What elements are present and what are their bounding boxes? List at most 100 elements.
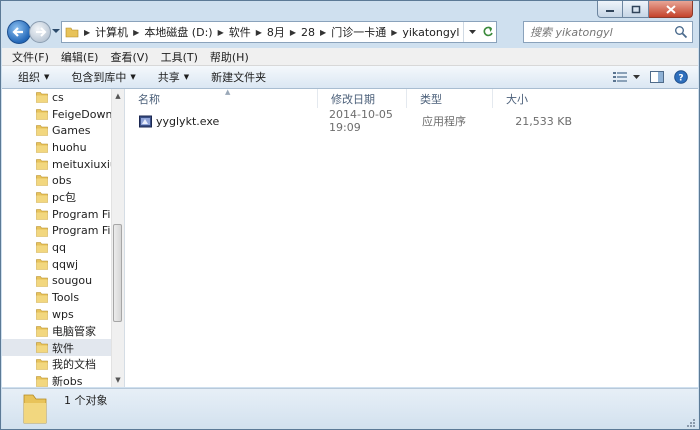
address-dropdown-button[interactable] xyxy=(464,22,480,42)
maximize-button[interactable] xyxy=(623,1,649,18)
menu-edit[interactable]: 编辑(E) xyxy=(61,49,99,65)
menu-help[interactable]: 帮助(H) xyxy=(210,49,249,65)
column-header-name[interactable]: ▲ 名称 xyxy=(125,88,318,108)
tree-item[interactable]: FeigeDownloa xyxy=(2,106,112,123)
menu-file[interactable]: 文件(F) xyxy=(12,49,49,65)
tree-item-label: obs xyxy=(52,174,72,188)
new-folder-button[interactable]: 新建文件夹 xyxy=(211,69,266,85)
breadcrumb-item[interactable]: 计算机 xyxy=(95,24,128,40)
folder-icon xyxy=(36,242,48,253)
folder-icon xyxy=(36,209,48,220)
tree-item-label: qqwj xyxy=(52,257,79,271)
column-name-label: 名称 xyxy=(138,92,160,106)
folder-icon xyxy=(65,27,79,38)
search-icon[interactable] xyxy=(674,25,688,39)
menu-tools[interactable]: 工具(T) xyxy=(161,49,198,65)
breadcrumb-separator[interactable]: ▶ xyxy=(251,28,267,37)
tree-item[interactable]: Program Files xyxy=(2,206,112,223)
tree-item-label: FeigeDownloa xyxy=(52,107,112,121)
tree-item[interactable]: 软件 xyxy=(2,339,112,356)
tree-item[interactable]: sougou xyxy=(2,273,112,290)
help-icon: ? xyxy=(674,70,688,84)
tree-item[interactable]: pc包 xyxy=(2,189,112,206)
share-button[interactable]: 共享 ▼ xyxy=(158,69,189,85)
scrollbar-thumb[interactable] xyxy=(113,224,122,322)
tree-item[interactable]: Tools xyxy=(2,289,112,306)
nav-scrollbar[interactable]: ▲ ▼ xyxy=(111,89,124,387)
column-header-size[interactable]: 大小 xyxy=(493,89,575,108)
breadcrumb-separator[interactable]: ▶ xyxy=(285,28,301,37)
tree-item-label: Tools xyxy=(52,291,80,305)
organize-button[interactable]: 组织 ▼ xyxy=(18,69,49,85)
search-box xyxy=(523,21,693,43)
file-list: ▲ 名称 修改日期 类型 大小 yyglykt.exe 2014-10-05 1… xyxy=(125,88,698,387)
close-icon xyxy=(665,4,676,14)
tree-item[interactable]: Program Files xyxy=(2,223,112,240)
tree-item-label: sougou xyxy=(52,274,93,288)
file-size: 21,533 KB xyxy=(515,114,572,128)
menu-bar: 文件(F) 编辑(E) 查看(V) 工具(T) 帮助(H) xyxy=(2,48,698,66)
folder-icon xyxy=(36,225,48,237)
refresh-button[interactable] xyxy=(480,22,496,42)
folder-icon xyxy=(36,275,48,287)
search-input[interactable] xyxy=(524,24,674,40)
breadcrumb-item[interactable]: yikatongyl xyxy=(402,26,459,39)
forward-button[interactable] xyxy=(29,21,51,43)
preview-pane-button[interactable] xyxy=(650,71,664,83)
file-type: 应用程序 xyxy=(422,115,466,128)
tree-item[interactable]: 电脑管家 xyxy=(2,323,112,340)
breadcrumb-item[interactable]: 28 xyxy=(301,26,315,39)
tree-item[interactable]: huohu xyxy=(2,139,112,156)
recent-pages-dropdown-icon[interactable] xyxy=(52,28,60,34)
tree-item[interactable]: 我的文档 xyxy=(2,356,112,373)
breadcrumb-separator[interactable]: ▶ xyxy=(386,28,402,37)
menu-view[interactable]: 查看(V) xyxy=(110,49,148,65)
arrow-left-icon xyxy=(12,27,23,37)
tree-item[interactable]: cs xyxy=(2,89,112,106)
tree-item[interactable]: meituxiuxiu xyxy=(2,156,112,173)
chevron-down-icon: ▼ xyxy=(183,73,190,81)
breadcrumb: ▶ 计算机 ▶ 本地磁盘 (D:) ▶ 软件 ▶ 8月 ▶ 28 ▶ 门诊一卡通… xyxy=(62,22,463,42)
address-bar[interactable]: ▶ 计算机 ▶ 本地磁盘 (D:) ▶ 软件 ▶ 8月 ▶ 28 ▶ 门诊一卡通… xyxy=(61,21,497,43)
folder-icon xyxy=(36,292,48,304)
breadcrumb-item[interactable]: 8月 xyxy=(267,24,285,40)
status-text: 1 个对象 xyxy=(64,394,108,407)
breadcrumb-item[interactable]: 门诊一卡通 xyxy=(331,24,386,40)
column-header-type[interactable]: 类型 xyxy=(407,89,493,108)
folder-icon xyxy=(36,108,48,120)
tree-item-label: huohu xyxy=(52,140,87,154)
resize-grip-icon[interactable] xyxy=(686,418,696,428)
navigation-pane: cs FeigeDownloa Games huohu meituxiuxiu obs pc… xyxy=(2,89,125,387)
scroll-up-arrow-icon[interactable]: ▲ xyxy=(112,90,124,102)
back-button[interactable] xyxy=(7,20,31,44)
tree-item[interactable]: 新obs xyxy=(2,373,112,387)
refresh-icon xyxy=(483,26,493,37)
breadcrumb-item[interactable]: 软件 xyxy=(229,24,251,40)
table-row[interactable]: yyglykt.exe 2014-10-05 19:09 应用程序 21,533… xyxy=(127,108,696,134)
breadcrumb-separator[interactable]: ▶ xyxy=(315,28,331,37)
breadcrumb-separator[interactable]: ▶ xyxy=(128,28,144,37)
chevron-down-icon: ▼ xyxy=(44,73,50,81)
include-in-library-label: 包含到库中 xyxy=(71,71,127,84)
minimize-button[interactable] xyxy=(597,1,623,18)
include-in-library-button[interactable]: 包含到库中 ▼ xyxy=(71,69,135,85)
breadcrumb-separator[interactable]: ▶ xyxy=(213,28,229,37)
chevron-down-icon xyxy=(468,29,476,34)
column-type-label: 类型 xyxy=(420,92,442,106)
tree-item[interactable]: qq xyxy=(2,239,112,256)
folder-icon xyxy=(36,259,48,270)
tree-item[interactable]: obs xyxy=(2,172,112,189)
close-button[interactable] xyxy=(649,1,693,18)
navigation-row: ▶ 计算机 ▶ 本地磁盘 (D:) ▶ 软件 ▶ 8月 ▶ 28 ▶ 门诊一卡通… xyxy=(7,20,693,46)
help-button[interactable]: ? xyxy=(674,70,688,84)
tree-item[interactable]: qqwj xyxy=(2,256,112,273)
scroll-down-arrow-icon[interactable]: ▼ xyxy=(112,374,124,386)
breadcrumb-item[interactable]: 本地磁盘 (D:) xyxy=(144,24,212,40)
arrow-right-icon xyxy=(36,27,47,37)
column-header-date[interactable]: 修改日期 xyxy=(318,89,407,108)
breadcrumb-separator[interactable]: ▶ xyxy=(79,28,95,37)
folder-icon xyxy=(36,142,48,153)
view-options-button[interactable] xyxy=(613,71,640,83)
tree-item[interactable]: wps xyxy=(2,306,112,323)
tree-item[interactable]: Games xyxy=(2,122,112,139)
